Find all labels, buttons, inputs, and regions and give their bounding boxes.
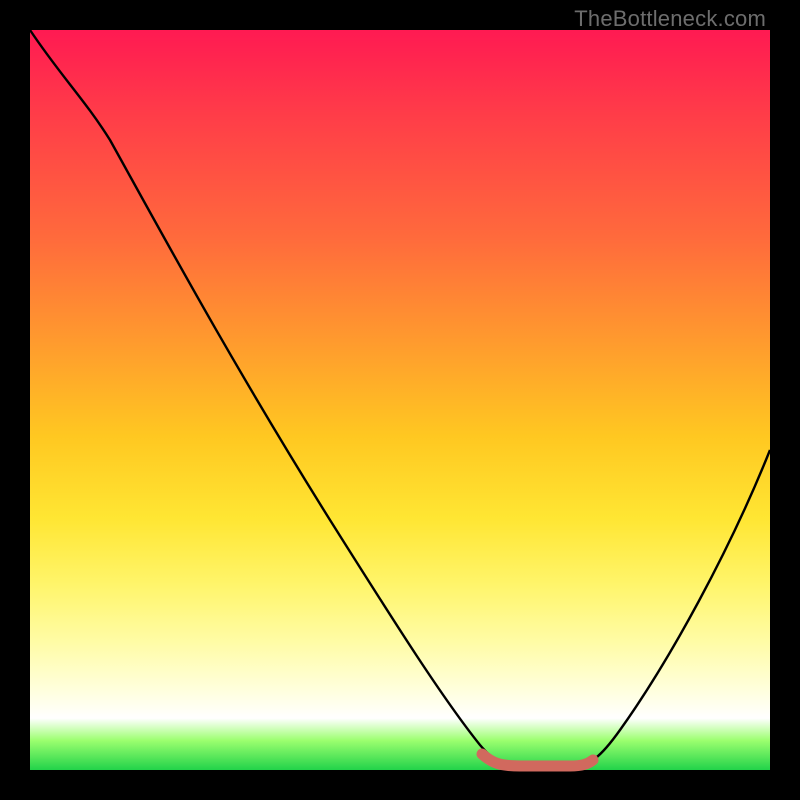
optimal-flat-segment xyxy=(482,754,593,766)
plot-area xyxy=(30,30,770,770)
chart-frame: TheBottleneck.com xyxy=(0,0,800,800)
bottleneck-curve xyxy=(30,30,770,765)
bottleneck-curve-svg xyxy=(30,30,770,770)
watermark-text: TheBottleneck.com xyxy=(574,6,766,32)
